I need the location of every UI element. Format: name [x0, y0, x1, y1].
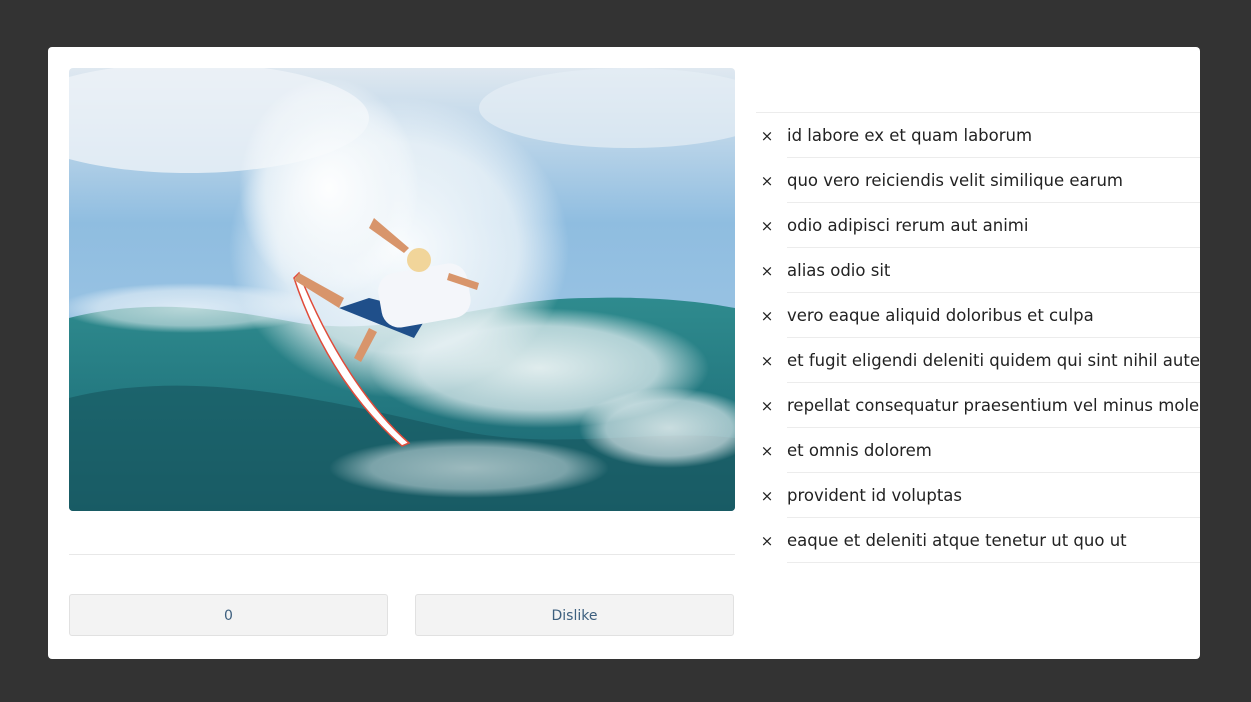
remove-comment-icon[interactable]: ×: [760, 248, 774, 293]
photo-modal: 0 Dislike × id labore ex et quam laborum…: [48, 47, 1200, 659]
comment-text: et omnis dolorem: [787, 441, 932, 460]
comment-item: × odio adipisci rerum aut animi: [756, 203, 1200, 248]
remove-comment-icon[interactable]: ×: [760, 203, 774, 248]
comment-list: × id labore ex et quam laborum × quo ver…: [756, 112, 1200, 563]
dislike-button[interactable]: Dislike: [415, 594, 734, 636]
content-divider: [69, 554, 735, 555]
comment-item: × provident id voluptas: [756, 473, 1200, 518]
comment-text: vero eaque aliquid doloribus et culpa: [787, 306, 1094, 325]
comment-text: et fugit eligendi deleniti quidem qui si…: [787, 351, 1200, 370]
comment-item: × eaque et deleniti atque tenetur ut quo…: [756, 518, 1200, 563]
comment-item: × quo vero reiciendis velit similique ea…: [756, 158, 1200, 203]
comment-text: repellat consequatur praesentium vel min…: [787, 396, 1200, 415]
remove-comment-icon[interactable]: ×: [760, 428, 774, 473]
like-button[interactable]: 0: [69, 594, 388, 636]
comment-text: id labore ex et quam laborum: [787, 126, 1033, 145]
comment-item: × repellat consequatur praesentium vel m…: [756, 383, 1200, 428]
comment-text: provident id voluptas: [787, 486, 962, 505]
comment-item: × et omnis dolorem: [756, 428, 1200, 473]
comment-text: odio adipisci rerum aut animi: [787, 216, 1029, 235]
remove-comment-icon[interactable]: ×: [760, 158, 774, 203]
surf-photo: [69, 68, 735, 511]
comment-item: × vero eaque aliquid doloribus et culpa: [756, 293, 1200, 338]
comment-text: quo vero reiciendis velit similique earu…: [787, 171, 1123, 190]
surf-photo-image: [69, 68, 735, 511]
remove-comment-icon[interactable]: ×: [760, 113, 774, 158]
comment-item: × alias odio sit: [756, 248, 1200, 293]
remove-comment-icon[interactable]: ×: [760, 338, 774, 383]
comment-text: alias odio sit: [787, 261, 891, 280]
remove-comment-icon[interactable]: ×: [760, 383, 774, 428]
remove-comment-icon[interactable]: ×: [760, 293, 774, 338]
comment-item: × id labore ex et quam laborum: [756, 113, 1200, 158]
remove-comment-icon[interactable]: ×: [760, 473, 774, 518]
comment-item: × et fugit eligendi deleniti quidem qui …: [756, 338, 1200, 383]
remove-comment-icon[interactable]: ×: [760, 518, 774, 563]
comment-text: eaque et deleniti atque tenetur ut quo u…: [787, 531, 1127, 550]
